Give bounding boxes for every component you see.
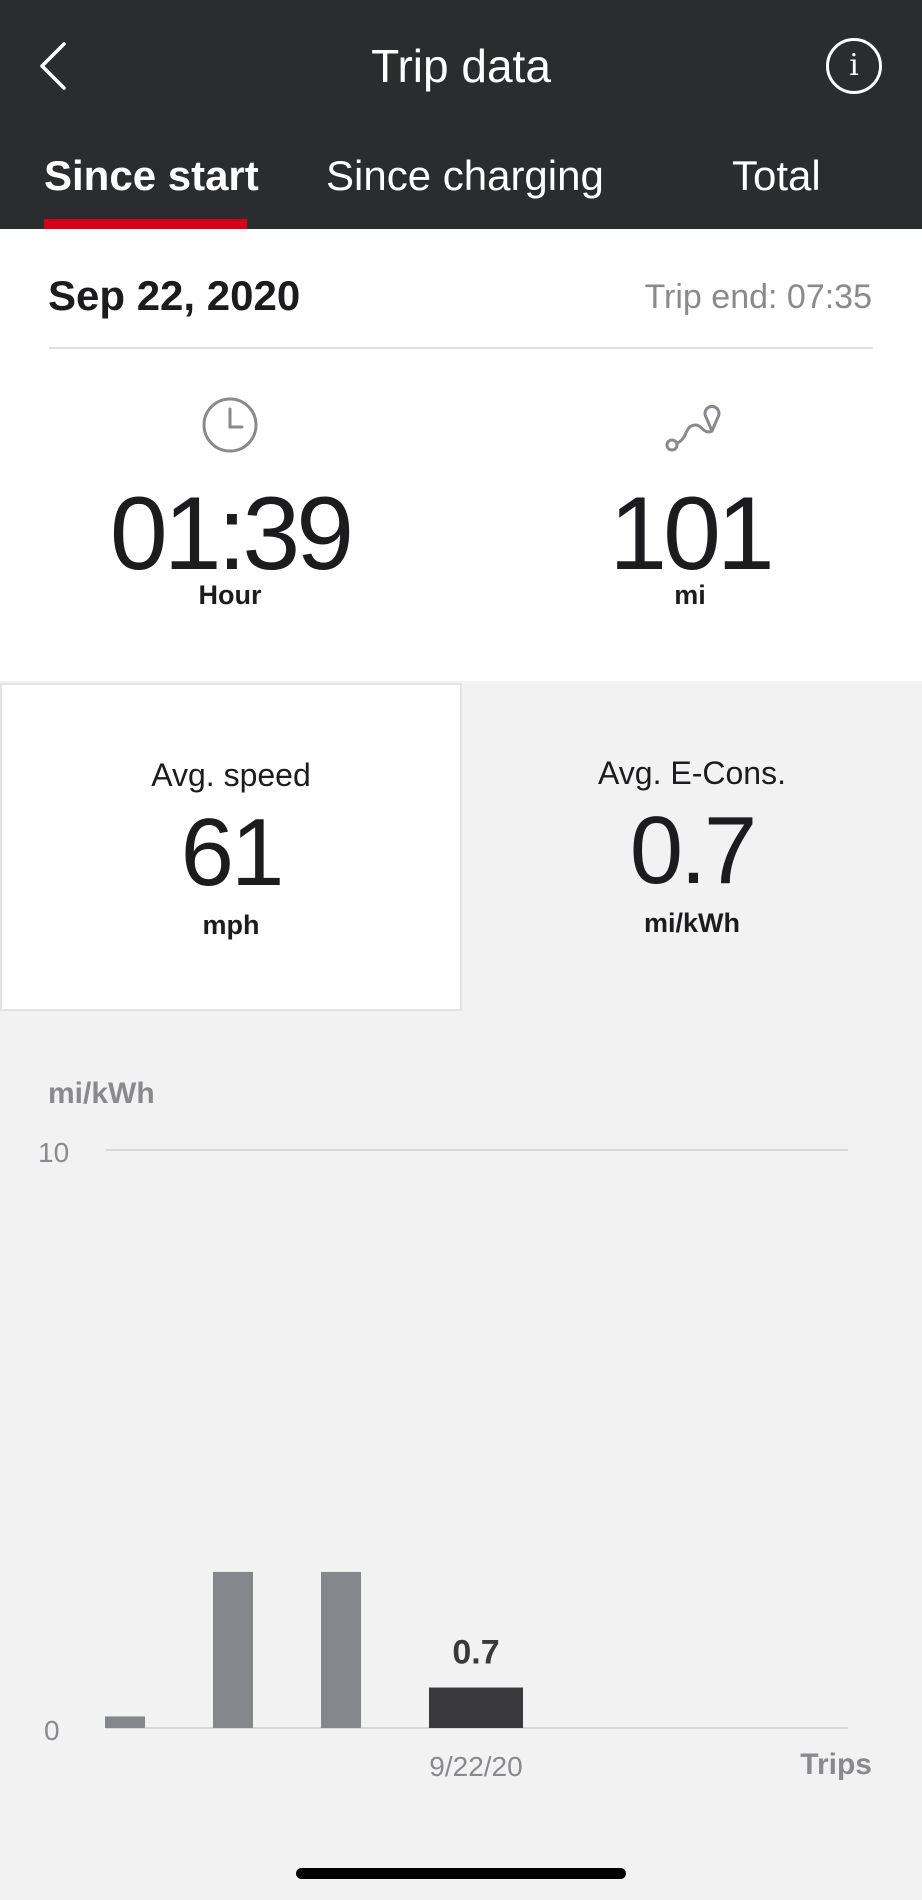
chart-x-axis-label: Trips (800, 1748, 872, 1781)
econs-chart[interactable]: mi/kWh 10 0 0.7 9/22/20 Trips (0, 1060, 922, 1800)
avg-speed-card[interactable]: Avg. speed 61 mph (0, 683, 462, 1011)
avg-speed-value: 61 (180, 799, 285, 906)
avg-econs-value: 0.7 (629, 797, 757, 904)
y-tick-label: 10 (38, 1137, 69, 1168)
route-icon (665, 404, 721, 452)
info-icon[interactable]: i (826, 38, 882, 94)
divider (49, 347, 873, 349)
trip-summary-panel: Sep 22, 2020 Trip end: 07:35 01:39 Hour … (0, 229, 922, 681)
trip-end-time: Trip end: 07:35 (644, 278, 872, 316)
top-bar: Trip data i Since start Since charging T… (0, 0, 922, 229)
chart-bar (213, 1571, 253, 1728)
avg-econs-card[interactable]: Avg. E-Cons. 0.7 mi/kWh (462, 683, 922, 1011)
avg-speed-unit: mph (202, 910, 260, 940)
x-tick-label: 9/22/20 (429, 1751, 522, 1782)
home-indicator (296, 1868, 626, 1879)
chart-plot: 10 0 0.7 9/22/20 Trips (38, 1137, 872, 1782)
tab-since-charging[interactable]: Since charging (326, 148, 604, 204)
avg-speed-label: Avg. speed (151, 757, 311, 793)
distance-value: 101 (609, 476, 775, 592)
trip-date: Sep 22, 2020 (48, 272, 301, 319)
bar-value-label: 0.7 (452, 1634, 499, 1672)
avg-econs-label: Avg. E-Cons. (598, 755, 786, 791)
active-tab-indicator (44, 219, 247, 229)
avg-econs-unit: mi/kWh (643, 908, 740, 938)
chart-bar (321, 1571, 361, 1728)
duration-unit: Hour (198, 580, 262, 610)
duration-value: 01:39 (109, 476, 354, 592)
y-tick-label: 0 (44, 1715, 60, 1746)
chart-bar-selected (429, 1687, 523, 1728)
tab-total[interactable]: Total (732, 148, 821, 204)
chart-bar (105, 1716, 145, 1728)
page-title: Trip data (371, 40, 551, 92)
distance-unit: mi (674, 580, 706, 610)
tab-since-start[interactable]: Since start (44, 148, 259, 204)
clock-icon (202, 397, 258, 453)
